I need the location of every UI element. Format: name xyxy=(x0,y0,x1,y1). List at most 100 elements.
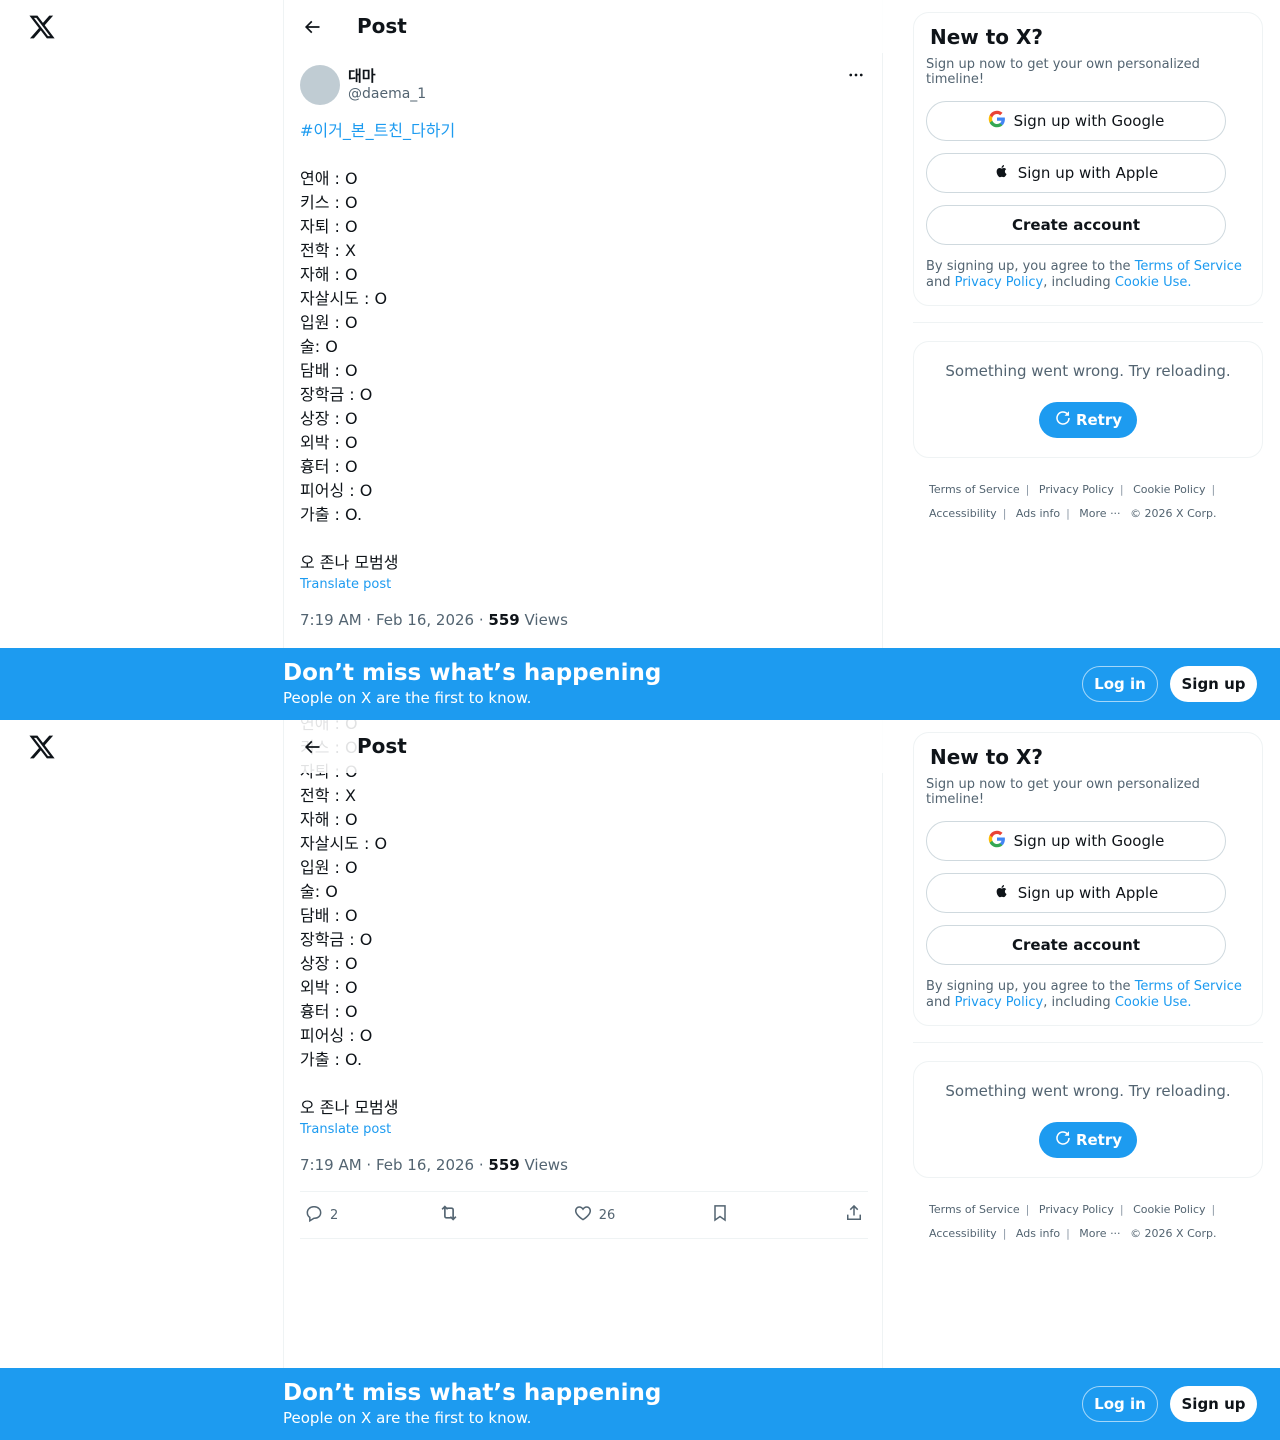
bookmark-icon xyxy=(710,1203,730,1227)
views-count: 559 xyxy=(488,1156,520,1174)
terms-prefix: By signing up, you agree to the xyxy=(926,979,1135,994)
signup-button[interactable]: Sign up xyxy=(1170,666,1257,702)
post-line: 담배 : O xyxy=(300,361,358,380)
signup-button[interactable]: Sign up xyxy=(1170,1386,1257,1422)
translate-post-link[interactable]: Translate post xyxy=(300,577,868,597)
sidebar: New to X? Sign up now to get your own pe… xyxy=(913,732,1263,1246)
like-button[interactable]: 26 xyxy=(573,1203,615,1227)
terms-link[interactable]: Terms of Service xyxy=(1135,979,1242,994)
post-timestamp[interactable]: 7:19 AM · Feb 16, 2026 · xyxy=(300,611,488,629)
terms-and: and xyxy=(926,995,955,1010)
footer-ads-link[interactable]: Ads info xyxy=(1016,507,1060,520)
refresh-icon xyxy=(1054,409,1072,431)
error-message: Something went wrong. Try reloading. xyxy=(945,1082,1231,1100)
hashtag-link[interactable]: #이거_본_트친_다하기 xyxy=(300,119,868,143)
retry-button[interactable]: Retry xyxy=(1039,402,1137,438)
sidebar-divider xyxy=(913,1042,1263,1043)
login-button[interactable]: Log in xyxy=(1082,666,1158,702)
post-line: 상장 : O xyxy=(300,954,358,973)
footer-accessibility-link[interactable]: Accessibility xyxy=(929,1227,997,1240)
cookie-use-link[interactable]: Cookie Use. xyxy=(1115,275,1192,290)
reply-icon xyxy=(304,1203,324,1227)
post-text: 연애 : O 키스 : O 자퇴 : O 전학 : X 자해 : O 자살시도 … xyxy=(300,720,868,1120)
retry-button[interactable]: Retry xyxy=(1039,1122,1137,1158)
x-logo-icon[interactable] xyxy=(28,13,56,41)
footer-cookie-link[interactable]: Cookie Policy xyxy=(1133,483,1205,496)
apple-signup-button[interactable]: Sign up with Apple xyxy=(926,153,1226,193)
privacy-link[interactable]: Privacy Policy xyxy=(955,275,1044,290)
primary-column: Post 대마 @daema_1 #이거_본_트친_다하기 연애 : O 키스 … xyxy=(283,0,884,720)
apple-signup-label: Sign up with Apple xyxy=(1017,164,1159,182)
google-signup-label: Sign up with Google xyxy=(1013,112,1165,130)
signup-subtitle: Sign up now to get your own personalized… xyxy=(926,57,1200,87)
views-label: Views xyxy=(519,1156,568,1174)
footer-links: Terms of Service | Privacy Policy | Cookie… xyxy=(929,1203,1217,1240)
more-options-icon[interactable] xyxy=(846,65,866,85)
google-signup-button[interactable]: Sign up with Google xyxy=(926,101,1226,141)
footer-privacy-link[interactable]: Privacy Policy xyxy=(1039,1203,1114,1216)
apple-icon xyxy=(994,882,1010,904)
bookmark-button[interactable] xyxy=(710,1203,750,1227)
terms-and: and xyxy=(926,275,955,290)
post-meta: 7:19 AM · Feb 16, 2026 · 559 Views xyxy=(300,611,868,631)
apple-signup-button[interactable]: Sign up with Apple xyxy=(926,873,1226,913)
signup-title: New to X? xyxy=(930,745,1044,769)
retry-label: Retry xyxy=(1075,1131,1123,1149)
footer-cookie-link[interactable]: Cookie Policy xyxy=(1133,1203,1205,1216)
error-card: Something went wrong. Try reloading. Ret… xyxy=(913,1061,1263,1178)
author-name[interactable]: 대마 xyxy=(348,65,376,86)
sidebar: New to X? Sign up now to get your own pe… xyxy=(913,12,1263,526)
signup-banner: Don’t miss what’s happening People on X … xyxy=(0,1368,1280,1440)
post-line: 피어싱 : O xyxy=(300,481,373,500)
reply-count: 2 xyxy=(330,1207,339,1223)
primary-column: Post 연애 : O 키스 : O 자퇴 : O 전학 : X 자해 : O … xyxy=(283,720,884,1440)
post-line: 피어싱 : O xyxy=(300,1026,373,1045)
error-message: Something went wrong. Try reloading. xyxy=(945,362,1231,380)
share-button[interactable] xyxy=(844,1203,864,1227)
avatar[interactable] xyxy=(300,65,340,105)
google-signup-button[interactable]: Sign up with Google xyxy=(926,821,1226,861)
translate-post-link[interactable]: Translate post xyxy=(300,1122,868,1142)
google-signup-label: Sign up with Google xyxy=(1013,832,1165,850)
privacy-link[interactable]: Privacy Policy xyxy=(955,995,1044,1010)
footer-terms-link[interactable]: Terms of Service xyxy=(929,1203,1020,1216)
reply-button[interactable]: 2 xyxy=(304,1203,344,1227)
post-line: 자해 : O xyxy=(300,265,358,284)
footer-terms-link[interactable]: Terms of Service xyxy=(929,483,1020,496)
apple-signup-label: Sign up with Apple xyxy=(1017,884,1159,902)
x-logo-icon[interactable] xyxy=(28,733,56,761)
create-account-button[interactable]: Create account xyxy=(926,925,1226,965)
create-account-button[interactable]: Create account xyxy=(926,205,1226,245)
banner-subtitle: People on X are the first to know. xyxy=(283,1409,532,1427)
post-line: 장학금 : O xyxy=(300,930,373,949)
back-arrow-icon[interactable] xyxy=(296,11,328,43)
post-timestamp[interactable]: 7:19 AM · Feb 16, 2026 · xyxy=(300,1156,488,1174)
post-line: 흉터 : O xyxy=(300,457,358,476)
google-icon xyxy=(988,110,1006,132)
footer-accessibility-link[interactable]: Accessibility xyxy=(929,507,997,520)
login-button[interactable]: Log in xyxy=(1082,1386,1158,1422)
post-line: 자해 : O xyxy=(300,810,358,829)
terms-link[interactable]: Terms of Service xyxy=(1135,259,1242,274)
footer-more-link[interactable]: More ··· xyxy=(1079,1227,1120,1240)
post-line: 자살시도 : O xyxy=(300,834,388,853)
footer-copyright: © 2026 X Corp. xyxy=(1130,1227,1217,1240)
page-title: Post xyxy=(357,734,407,758)
footer-privacy-link[interactable]: Privacy Policy xyxy=(1039,483,1114,496)
refresh-icon xyxy=(1054,1129,1072,1151)
viewport-top: Post 대마 @daema_1 #이거_본_트친_다하기 연애 : O 키스 … xyxy=(0,0,1280,720)
post-body: 대마 @daema_1 #이거_본_트친_다하기 연애 : O 키스 : O 자… xyxy=(300,65,868,631)
heart-icon xyxy=(573,1203,593,1227)
post-line: 술: O xyxy=(300,882,338,901)
cookie-use-link[interactable]: Cookie Use. xyxy=(1115,995,1192,1010)
views-count: 559 xyxy=(488,611,520,629)
back-arrow-icon[interactable] xyxy=(296,731,328,763)
author-handle[interactable]: @daema_1 xyxy=(348,86,426,102)
post-line: 외박 : O xyxy=(300,978,358,997)
footer-more-link[interactable]: More ··· xyxy=(1079,507,1120,520)
banner-title: Don’t miss what’s happening xyxy=(283,660,662,686)
repost-button[interactable] xyxy=(438,1202,478,1228)
footer-ads-link[interactable]: Ads info xyxy=(1016,1227,1060,1240)
page-title: Post xyxy=(357,14,407,38)
